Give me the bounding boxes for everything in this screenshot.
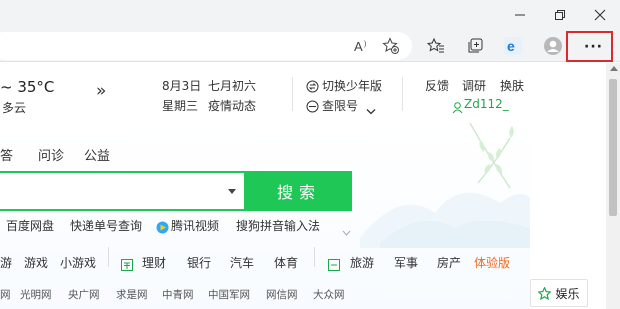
add-favorite-icon[interactable] — [378, 33, 404, 59]
close-button[interactable] — [582, 0, 618, 30]
dropdown-caret-icon[interactable] — [228, 189, 236, 194]
category-link[interactable]: 旅游 — [350, 254, 374, 271]
date-solar: 8月3日 — [162, 79, 202, 93]
scrollbar-thumb[interactable] — [609, 79, 617, 216]
svg-text:): ) — [364, 41, 366, 48]
header-divider — [292, 77, 293, 111]
news-site-link[interactable]: 中青网 — [162, 287, 194, 302]
tab-consult[interactable]: 问诊 — [38, 145, 64, 164]
quick-link-baidu-pan[interactable]: 百度网盘 — [6, 217, 54, 234]
news-site-link[interactable]: 央广网 — [68, 287, 100, 302]
settings-more-button[interactable]: ··· — [584, 39, 603, 55]
landscape-decoration — [360, 122, 530, 248]
trial-version-link[interactable]: 体验版 — [474, 254, 510, 271]
svg-text:A: A — [354, 39, 363, 54]
category-link[interactable]: 游戏 — [24, 254, 48, 271]
read-aloud-icon[interactable]: A) — [350, 33, 376, 59]
news-site-link[interactable]: 求是网 — [116, 287, 148, 302]
survey-link[interactable]: 调研 — [462, 77, 486, 94]
tab-charity[interactable]: 公益 — [84, 145, 110, 164]
teen-mode-link[interactable]: 切换少年版 — [322, 77, 382, 94]
feedback-link[interactable]: 反馈 — [425, 77, 449, 94]
scroll-up-arrow-icon[interactable] — [610, 66, 618, 71]
switch-icon — [306, 78, 319, 97]
plate-limit-link[interactable]: 查限号 — [322, 97, 358, 114]
entertainment-label: 娱乐 — [555, 286, 580, 301]
address-bar[interactable]: A) — [0, 32, 412, 60]
news-site-link[interactable]: 网 — [0, 287, 11, 302]
browser-toolbar: A) e — [0, 30, 620, 62]
close-icon — [594, 9, 606, 21]
date-lunar: 七月初六 — [208, 79, 257, 93]
category-link[interactable]: 军事 — [394, 254, 418, 271]
restore-button[interactable] — [542, 0, 578, 30]
weather-condition[interactable]: 多云 — [2, 99, 26, 116]
category-divider — [108, 247, 109, 267]
restore-icon — [555, 10, 565, 20]
category-link[interactable]: 游 — [0, 254, 12, 271]
profile-icon[interactable] — [540, 33, 566, 59]
svg-text:e: e — [507, 38, 515, 54]
category-link[interactable]: 理财 — [142, 254, 166, 271]
quick-link-express[interactable]: 快递单号查询 — [70, 217, 142, 234]
quick-links-chevron-icon[interactable] — [342, 221, 351, 240]
vertical-scrollbar[interactable] — [606, 63, 620, 309]
travel-icon — [328, 256, 340, 275]
category-link[interactable]: 体育 — [274, 254, 298, 271]
quick-link-sogou-pinyin[interactable]: 搜狗拼音输入法 — [236, 217, 320, 234]
traffic-icon — [306, 98, 319, 117]
edge-icon[interactable]: e — [500, 33, 526, 59]
news-site-link[interactable]: 中国军网 — [208, 287, 250, 302]
news-site-link[interactable]: 大众网 — [313, 287, 345, 302]
skin-link[interactable]: 换肤 — [500, 77, 524, 94]
minimize-icon — [515, 14, 525, 16]
entertainment-button[interactable]: 娱乐 — [530, 279, 588, 307]
collections-icon[interactable] — [462, 33, 488, 59]
news-site-link[interactable]: 网信网 — [266, 287, 298, 302]
search-input[interactable] — [0, 171, 246, 211]
covid-news-link[interactable]: 疫情动态 — [208, 97, 256, 114]
weather-temp[interactable]: ~ 35°C — [0, 78, 54, 96]
category-link[interactable]: 银行 — [187, 254, 211, 271]
search-button[interactable]: 搜索 — [246, 171, 352, 211]
news-site-link[interactable]: 光明网 — [20, 287, 52, 302]
finance-icon — [121, 256, 133, 275]
category-link[interactable]: 小游戏 — [60, 254, 96, 271]
star-icon — [538, 286, 552, 300]
chevron-right-icon[interactable]: » — [96, 81, 106, 101]
favorites-icon[interactable] — [423, 33, 449, 59]
user-icon — [452, 99, 463, 118]
tab-answer[interactable]: 答 — [0, 145, 13, 164]
category-link[interactable]: 汽车 — [230, 254, 254, 271]
username-link[interactable]: Zd112_ — [464, 97, 509, 111]
date-weekday: 星期三 — [162, 99, 199, 113]
quick-link-tencent-video[interactable]: 腾讯视频 — [171, 217, 219, 234]
web-page: ~ 35°C 多云 » 8月3日 星期三 七月初六 疫情动态 切换少年版 查限号… — [0, 63, 606, 309]
category-divider — [314, 247, 315, 267]
tencent-video-icon — [156, 219, 169, 238]
minimize-button[interactable] — [502, 0, 538, 30]
category-link[interactable]: 房产 — [437, 254, 461, 271]
title-bar — [0, 0, 620, 30]
header-divider-2 — [402, 77, 403, 111]
